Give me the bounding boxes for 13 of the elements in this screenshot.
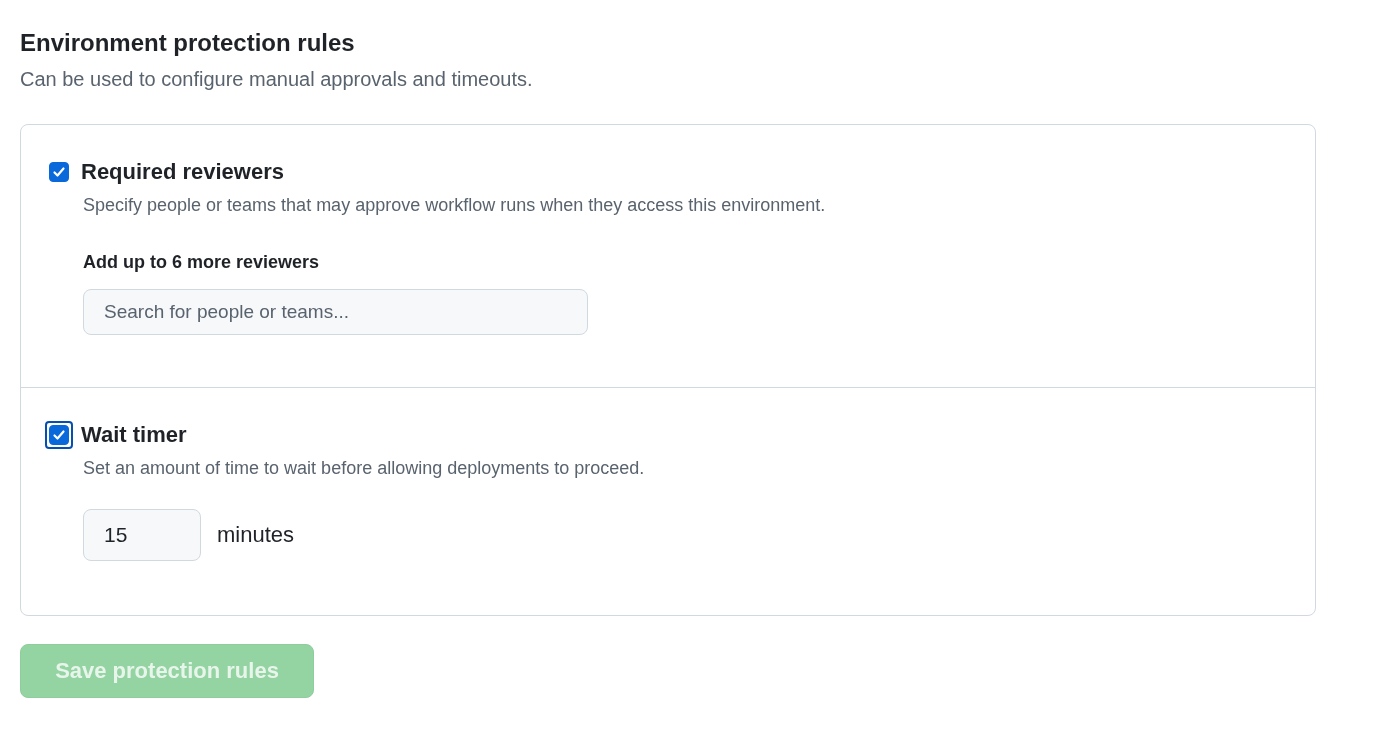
rule-label: Required reviewers bbox=[81, 159, 284, 185]
minutes-input[interactable]: 15 bbox=[83, 509, 201, 561]
section-title: Environment protection rules bbox=[20, 28, 356, 58]
search-field[interactable]: Search for people or teams... bbox=[83, 289, 588, 335]
rule-label: Wait timer bbox=[81, 422, 187, 448]
rule-description: Set an amount of time to wait before allowing deployments to proceed. bbox=[83, 458, 646, 479]
section-description: Can be used to configure manual approvals and timeouts. bbox=[20, 67, 534, 92]
check-icon bbox=[51, 427, 67, 443]
rule-description: Specify people or teams that may approve workflow runs when they access this environment. bbox=[83, 195, 827, 216]
field-label: Add up to 6 more reviewers bbox=[83, 252, 321, 273]
check-icon bbox=[51, 164, 67, 180]
checkbox[interactable] bbox=[49, 162, 69, 182]
unit-label: minutes bbox=[217, 522, 295, 548]
